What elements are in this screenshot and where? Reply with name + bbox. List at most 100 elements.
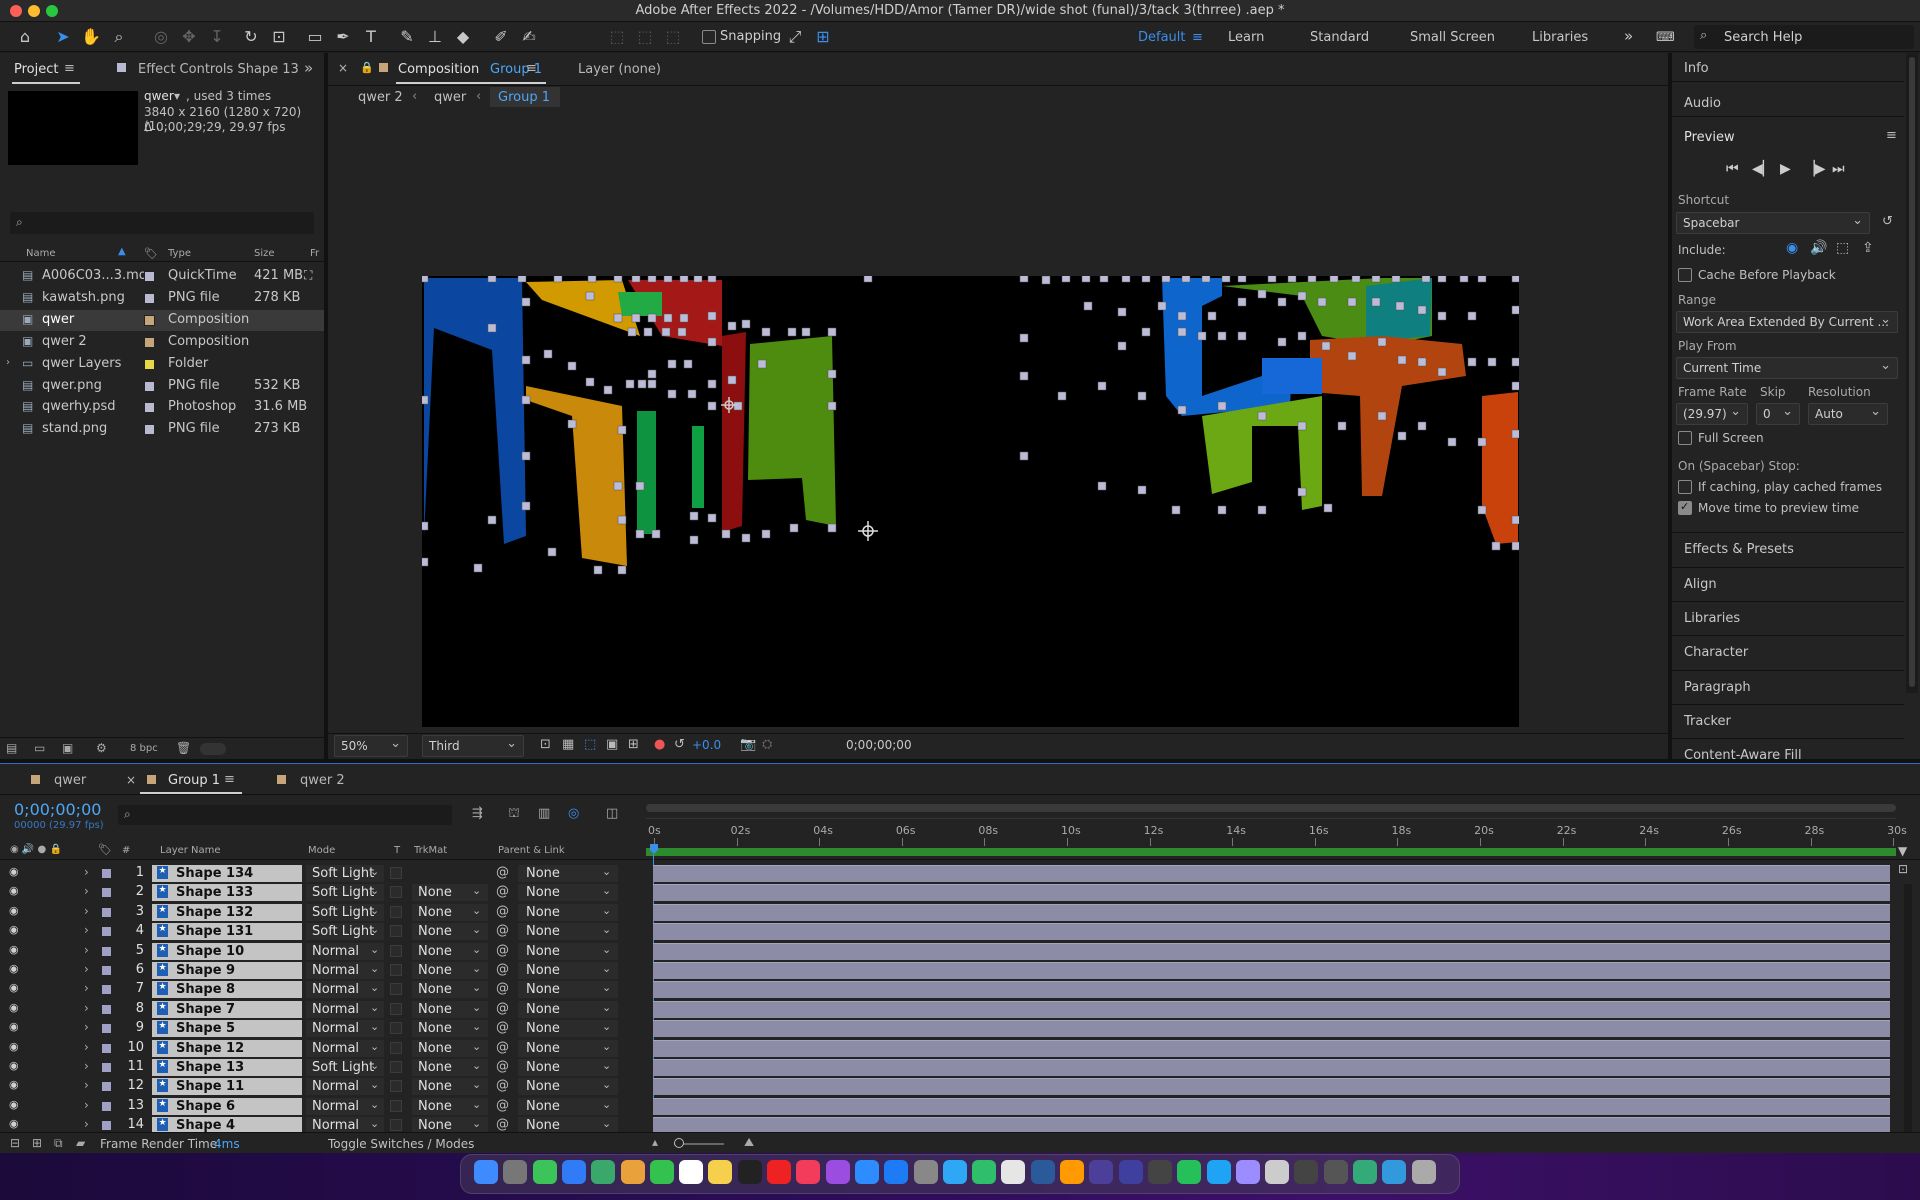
lock-icon[interactable]: 🔒 <box>360 61 374 74</box>
layer-duration-bar[interactable] <box>653 1059 1890 1076</box>
comp-button-icon[interactable]: ⊡ <box>1898 862 1908 876</box>
layer-name-cell[interactable]: ★ Shape 7 <box>152 1000 302 1018</box>
project-item[interactable]: ▤ kawatsh.png PNG file 278 KB <box>0 288 324 309</box>
clone-stamp-icon[interactable]: ⊥ <box>424 26 446 48</box>
layer-name-cell[interactable]: ★ Shape 10 <box>152 942 302 960</box>
layer-duration-bar[interactable] <box>653 942 1890 960</box>
layer-label-swatch[interactable] <box>101 868 112 879</box>
workspace-overflow-icon[interactable]: » <box>1624 27 1633 45</box>
timeline-zoom-marker-icon[interactable]: ▼ <box>1898 844 1907 858</box>
layer-label-swatch[interactable] <box>101 945 112 957</box>
toggle-switches-modes[interactable]: Toggle Switches / Modes <box>328 1137 474 1151</box>
tab-effect-controls[interactable]: Effect Controls Shape 13 <box>138 62 299 77</box>
column-parent[interactable]: Parent & Link <box>498 845 565 856</box>
zoom-in-icon[interactable]: ⛰ <box>744 1135 754 1150</box>
parent-dropdown[interactable]: None ⌄ <box>518 1020 618 1038</box>
visibility-eye-icon[interactable]: ◉ <box>9 1117 19 1130</box>
layer-name-cell[interactable]: ★ Shape 9 <box>152 962 302 979</box>
breadcrumb-qwer2[interactable]: qwer 2 <box>358 90 403 105</box>
breadcrumb-active[interactable]: Group 1 <box>490 87 560 107</box>
workspace-menu-icon[interactable]: ≡ <box>1192 30 1203 45</box>
blend-mode-dropdown[interactable]: Normal ⌄ <box>306 981 384 999</box>
transparency-grid-icon[interactable]: ▦ <box>562 737 574 752</box>
timeline-tab-group1[interactable]: Group 1 <box>168 773 220 788</box>
blend-mode-dropdown[interactable]: Normal ⌄ <box>306 1078 384 1096</box>
panel-preview[interactable]: Preview <box>1684 130 1735 145</box>
last-frame-icon[interactable]: ⏭ <box>1832 161 1845 177</box>
parent-dropdown[interactable]: None ⌄ <box>518 1078 618 1096</box>
parent-dropdown[interactable]: None ⌄ <box>518 903 618 921</box>
panel-paragraph[interactable]: Paragraph <box>1684 680 1751 695</box>
orbit-camera-icon[interactable]: ◎ <box>150 26 172 48</box>
layer-duration-bar[interactable] <box>653 1097 1890 1115</box>
layer-label-swatch[interactable] <box>101 906 112 918</box>
layer-duration-bar[interactable] <box>653 865 1890 882</box>
show-snapshot-icon[interactable]: ⛭ <box>762 737 772 752</box>
preserve-transparency-toggle[interactable] <box>390 886 402 899</box>
layer-name-cell[interactable]: ★ Shape 13 <box>152 1059 302 1076</box>
layer-row[interactable]: ◉ › 8 ★ Shape 7 Normal ⌄ None ⌄ @ None ⌄ <box>0 1000 1920 1019</box>
include-export-icon[interactable]: ⇪ <box>1862 240 1874 256</box>
layer-label-swatch[interactable] <box>101 1081 112 1093</box>
expand-layer-icon[interactable]: › <box>84 1078 89 1092</box>
zoom-slider-thumb[interactable] <box>674 1138 684 1148</box>
visibility-eye-icon[interactable]: ◉ <box>9 865 19 878</box>
expand-layer-icon[interactable]: › <box>84 1001 89 1015</box>
range-dropdown[interactable]: Work Area Extended By Current ... <box>1676 311 1898 333</box>
parent-dropdown[interactable]: None ⌄ <box>518 884 618 902</box>
preserve-transparency-toggle[interactable] <box>390 1119 402 1132</box>
parent-dropdown[interactable]: None ⌄ <box>518 923 618 941</box>
home-icon[interactable]: ⌂ <box>14 26 36 48</box>
column-name[interactable]: Name <box>26 248 56 259</box>
item-label-swatch[interactable] <box>144 315 155 326</box>
youtube-icon[interactable] <box>767 1160 791 1184</box>
delete-icon[interactable]: 🗑 <box>176 741 191 755</box>
expand-layer-icon[interactable]: › <box>84 1059 89 1073</box>
system-preferences-icon[interactable] <box>913 1160 938 1184</box>
pick-whip-icon[interactable]: @ <box>496 1117 509 1132</box>
pick-whip-icon[interactable]: @ <box>496 904 509 919</box>
panel-align[interactable]: Align <box>1684 577 1717 592</box>
layer-row[interactable]: ◉ › 11 ★ Shape 13 Soft Light ⌄ None ⌄ @ None ⌄ <box>0 1058 1920 1077</box>
item-label-swatch[interactable] <box>144 271 155 282</box>
preview-icon[interactable] <box>1265 1160 1290 1184</box>
layer-row[interactable]: ◉ › 3 ★ Shape 132 Soft Light ⌄ None ⌄ @ None ⌄ <box>0 903 1920 922</box>
axis-world-icon[interactable]: ⬚ <box>634 26 656 48</box>
layer-row[interactable]: ◉ › 6 ★ Shape 9 Normal ⌄ None ⌄ @ None ⌄ <box>0 961 1920 980</box>
messages-icon[interactable] <box>532 1160 557 1184</box>
move-time-checkbox[interactable]: ✓ <box>1678 500 1692 515</box>
hand-tool-icon[interactable]: ✋ <box>80 26 102 48</box>
in-out-icon[interactable]: ⧉ <box>54 1136 63 1151</box>
blend-mode-dropdown[interactable]: Soft Light ⌄ <box>306 1059 384 1076</box>
interpret-footage-icon[interactable]: ▤ <box>6 741 17 755</box>
preview-menu-icon[interactable]: ≡ <box>1886 128 1897 143</box>
lightroom-classic-icon[interactable] <box>1030 1160 1055 1184</box>
preserve-transparency-toggle[interactable] <box>390 1099 402 1112</box>
layer-duration-bar[interactable] <box>653 962 1890 979</box>
blend-mode-dropdown[interactable]: Normal ⌄ <box>306 962 384 979</box>
composition-viewer[interactable] <box>422 276 1519 727</box>
expand-folder-icon[interactable]: › <box>6 357 10 368</box>
zoom-out-icon[interactable]: ▴ <box>652 1135 658 1149</box>
include-video-icon[interactable]: ◉ <box>1786 240 1798 256</box>
layer-label-swatch[interactable] <box>101 1003 112 1015</box>
timeline-current-time[interactable]: 0;00;00;00 <box>14 800 101 819</box>
selected-item-dropdown-icon[interactable]: ▾ <box>174 89 180 103</box>
tab-composition-prefix[interactable]: Composition <box>398 62 479 77</box>
parent-dropdown[interactable]: None ⌄ <box>518 942 618 960</box>
misc-4-icon[interactable] <box>1382 1160 1407 1184</box>
music-icon[interactable] <box>796 1160 821 1184</box>
sort-ascending-icon[interactable]: ▲ <box>118 246 126 257</box>
preserve-transparency-toggle[interactable] <box>390 1061 402 1073</box>
reset-icon[interactable]: ↺ <box>1882 214 1893 229</box>
skip-dropdown[interactable]: 0 <box>1756 403 1800 425</box>
preserve-transparency-toggle[interactable] <box>390 925 402 938</box>
column-layer-name[interactable]: Layer Name <box>160 845 221 856</box>
misc-2-icon[interactable] <box>1323 1160 1348 1184</box>
layer-name-cell[interactable]: ★ Shape 12 <box>152 1039 302 1057</box>
parent-dropdown[interactable]: None ⌄ <box>518 1059 618 1076</box>
facetime-icon[interactable] <box>649 1160 674 1184</box>
pick-whip-icon[interactable]: @ <box>496 981 509 996</box>
item-label-swatch[interactable] <box>144 337 155 348</box>
first-frame-icon[interactable]: ⏮ <box>1726 161 1739 177</box>
